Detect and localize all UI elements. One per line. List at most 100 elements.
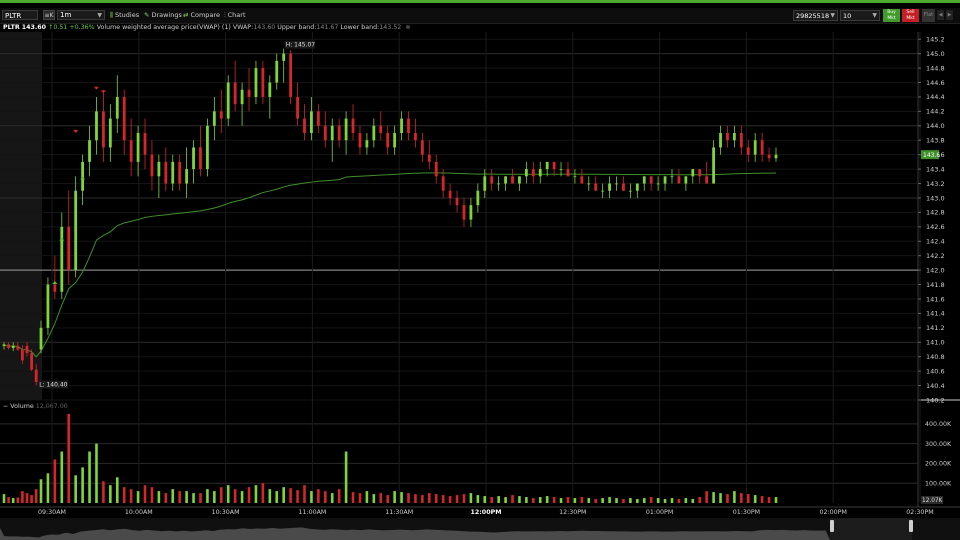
candle-body [615,183,618,185]
volume-bar [691,499,695,503]
volume-bar [199,493,202,503]
time-axis[interactable]: 09:30AM 10:00AM 10:30AM 11:00AM 11:30AM 12:00… [38,509,934,516]
volume-bar [642,498,646,503]
overview-navigator[interactable] [0,518,960,540]
volume-bar [282,487,285,503]
volume-bar [733,491,736,503]
candle [261,60,265,105]
candle [580,169,584,184]
candle-body [386,133,390,148]
candle [379,111,383,141]
candle-body [774,154,778,159]
candle [358,125,362,155]
candle-body [351,118,355,134]
volume-bar [88,451,91,503]
candle-body [46,284,50,328]
high-label: H: 145.07 [286,42,316,49]
volume-bars [2,413,778,503]
volume-bar [226,485,230,503]
volume-bar [192,493,195,503]
candle-body [171,161,175,184]
candle-body [30,353,33,370]
candle-body [656,183,660,185]
candle-body [608,183,611,191]
price-tick-label: 143.8 [926,137,945,145]
candle [538,161,542,184]
sell-marker [100,90,106,94]
candle-body [212,111,216,126]
candle [746,140,750,162]
candle-body [379,125,383,134]
candle-body [21,349,24,361]
price-tick-label: 142.4 [926,238,945,246]
candle-body [74,190,78,271]
sell-marker [73,130,79,134]
volume-bar [178,491,181,503]
time-tick-label: 10:30AM [212,509,240,516]
volume-bar [164,493,168,503]
volume-bar [337,489,341,503]
volume-bar [39,479,43,503]
candle-body [344,118,348,141]
buy-marker [52,280,58,284]
volume-bar [421,495,424,503]
volume-axis[interactable]: 400.00K 300.00K 200.00K 100.00K [925,421,952,487]
volume-tick-label: 200.00K [925,461,952,468]
candle [115,75,119,134]
candle [192,140,195,184]
candle-body [746,147,750,155]
candle-body [538,169,542,177]
candle [386,125,390,155]
volume-bar [573,498,577,503]
candle-body [34,369,38,382]
price-tick-label: 144.0 [926,122,945,130]
candle-body [434,161,438,177]
volume-bar [344,451,348,503]
candle-body [122,96,126,141]
candle [240,82,244,126]
candle-body [407,118,410,134]
time-tick-label: 11:30AM [385,509,413,516]
volume-bar [233,489,237,503]
candle [206,118,209,177]
volume-bar [476,495,480,503]
volume-bar [656,498,660,503]
price-axis[interactable]: 145.2 145.0 144.8 144.6 144.4 144.2 144.0 143.8… [918,36,945,405]
candle [400,111,403,141]
candle-body [296,96,299,119]
volume-bar [746,494,750,503]
markers: H: 145.07 L: 140.40 143.6 12.07K [38,40,943,504]
volume-bar [206,489,209,503]
price-tick-label: 141.0 [926,339,945,347]
candle [670,169,674,184]
candle [102,89,105,162]
volume-bar [414,494,417,503]
candle-body [129,140,133,162]
candle-body [524,169,528,177]
price-tick-label: 144.8 [926,64,945,72]
volume-bar [428,493,431,503]
candle-body [337,125,341,141]
candle [760,133,764,162]
candle [448,183,452,206]
candle [531,161,535,184]
vwap-path [3,172,777,358]
price-tick-label: 142.0 [926,266,945,274]
candle-body [400,118,403,134]
volume-bar [490,497,494,503]
price-chart[interactable]: 145.2 145.0 144.8 144.6 144.4 144.2 144.0 143.8… [0,0,960,540]
volume-bar [157,491,161,503]
candle [573,169,577,184]
candle [53,255,57,299]
candle [566,161,570,177]
candle [524,161,528,184]
volume-bar [608,497,611,503]
candle [60,212,64,299]
candle-body [365,140,369,148]
volume-bar [386,495,389,503]
volume-bar [698,497,702,503]
candle-body [455,197,459,206]
volume-bar [30,495,33,503]
volume-bar [740,493,743,503]
volume-bar [462,494,466,503]
